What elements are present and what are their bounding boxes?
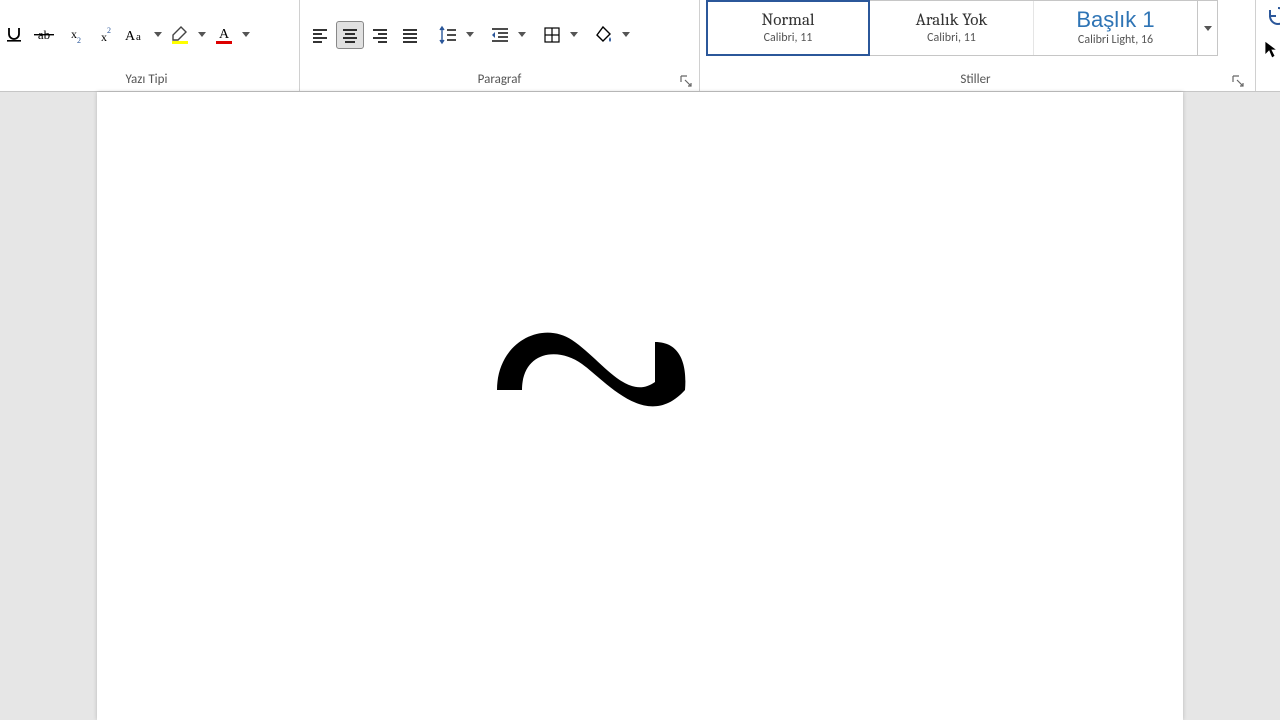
font-color-icon: A <box>214 25 234 45</box>
partial-right-group <box>1256 0 1280 91</box>
chevron-down-icon <box>518 32 526 37</box>
subscript-button[interactable]: x 2 <box>60 21 88 49</box>
replace-icon <box>1268 6 1280 26</box>
style-card-subtitle: Calibri, 11 <box>764 31 813 45</box>
superscript-icon: x 2 <box>95 26 113 44</box>
underline-icon <box>5 26 23 44</box>
justify-icon <box>401 26 419 44</box>
shading-dropdown[interactable] <box>620 21 632 49</box>
styles-gallery-more[interactable] <box>1197 1 1217 55</box>
svg-text:a: a <box>136 31 141 43</box>
font-group-controls: ab x 2 x 2 A <box>0 0 293 69</box>
paragraph-dialog-launcher[interactable] <box>679 74 693 88</box>
ribbon: ab x 2 x 2 A <box>0 0 1280 92</box>
svg-text:A: A <box>125 29 136 44</box>
strikethrough-button[interactable]: ab <box>30 21 58 49</box>
borders-dropdown[interactable] <box>568 21 580 49</box>
change-case-dropdown[interactable] <box>152 21 164 49</box>
style-card-title: Başlık 1 <box>1076 9 1154 31</box>
align-left-icon <box>311 26 329 44</box>
chevron-down-icon <box>622 32 630 37</box>
style-card-subtitle: Calibri Light, 16 <box>1078 33 1153 47</box>
chevron-down-icon <box>1204 26 1212 31</box>
highlight-color-dropdown[interactable] <box>196 21 208 49</box>
align-center-button[interactable] <box>336 21 364 49</box>
font-color-button[interactable]: A <box>210 21 238 49</box>
chevron-down-icon <box>570 32 578 37</box>
font-group: ab x 2 x 2 A <box>0 0 300 91</box>
chevron-down-icon <box>154 32 162 37</box>
tilde-shape <box>487 312 697 412</box>
borders-button[interactable] <box>538 21 566 49</box>
line-spacing-icon <box>438 25 458 45</box>
highlight-icon <box>170 25 190 45</box>
borders-icon <box>543 26 561 44</box>
svg-text:2: 2 <box>107 26 111 35</box>
line-spacing-button[interactable] <box>434 21 462 49</box>
style-card-subtitle: Calibri, 11 <box>927 31 976 45</box>
chevron-down-icon <box>198 32 206 37</box>
style-heading1[interactable]: Başlık 1 Calibri Light, 16 <box>1033 1 1197 55</box>
justify-button[interactable] <box>396 21 424 49</box>
document-page[interactable] <box>97 92 1183 720</box>
line-spacing-dropdown[interactable] <box>464 21 476 49</box>
highlight-color-button[interactable] <box>166 21 194 49</box>
chevron-down-icon <box>466 32 474 37</box>
style-no-spacing[interactable]: Aralık Yok Calibri, 11 <box>869 1 1033 55</box>
subscript-icon: x 2 <box>65 26 83 44</box>
styles-dialog-launcher[interactable] <box>1231 74 1245 88</box>
styles-group-label: Stiller <box>706 72 1245 87</box>
font-group-label: Yazı Tipi <box>0 72 293 87</box>
change-case-icon: A a <box>124 26 146 44</box>
align-right-button[interactable] <box>366 21 394 49</box>
dialog-launcher-icon <box>1232 75 1244 87</box>
paint-bucket-icon <box>594 25 614 45</box>
strikethrough-icon: ab <box>33 26 55 44</box>
font-color-dropdown[interactable] <box>240 21 252 49</box>
dialog-launcher-icon <box>680 75 692 87</box>
decrease-indent-icon <box>490 25 510 45</box>
indent-dropdown[interactable] <box>516 21 528 49</box>
paragraph-group-label: Paragraf <box>306 72 693 87</box>
shading-button[interactable] <box>590 21 618 49</box>
style-card-title: Normal <box>761 12 814 29</box>
styles-gallery: Normal Calibri, 11 Aralık Yok Calibri, 1… <box>706 0 1218 56</box>
align-left-button[interactable] <box>306 21 334 49</box>
superscript-button[interactable]: x 2 <box>90 21 118 49</box>
underline-button[interactable] <box>0 21 28 49</box>
paragraph-group: Paragraf <box>300 0 700 91</box>
align-right-icon <box>371 26 389 44</box>
svg-text:2: 2 <box>77 36 81 44</box>
document-area <box>0 92 1280 720</box>
decrease-indent-button[interactable] <box>486 21 514 49</box>
style-normal[interactable]: Normal Calibri, 11 <box>706 0 870 56</box>
chevron-down-icon <box>242 32 250 37</box>
svg-text:A: A <box>219 27 230 42</box>
align-center-icon <box>341 26 359 44</box>
styles-group: Normal Calibri, 11 Aralık Yok Calibri, 1… <box>700 0 1256 91</box>
change-case-button[interactable]: A a <box>120 21 150 49</box>
style-card-title: Aralık Yok <box>916 12 988 29</box>
paragraph-group-controls <box>306 0 693 69</box>
